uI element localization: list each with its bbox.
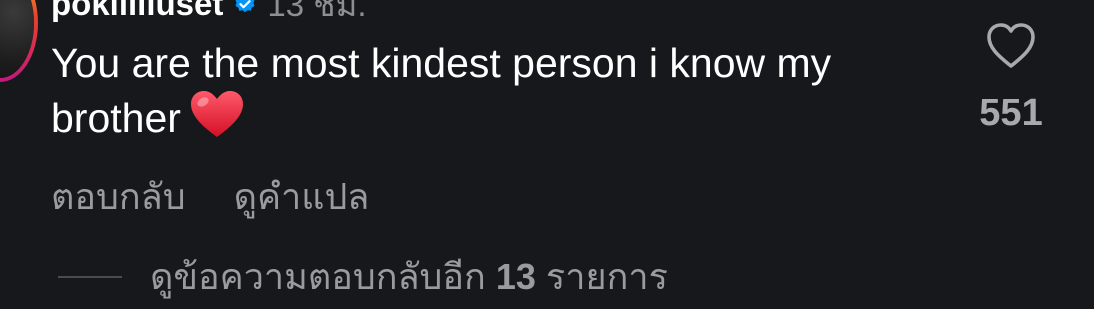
replies-count: 13 — [495, 256, 536, 297]
verified-badge-icon — [235, 0, 255, 13]
username[interactable]: pokiiiiiuset — [51, 0, 223, 23]
comment-screen: pokiiiiiuset 13 ชม. You are the most kin… — [0, 0, 1094, 309]
see-translation-button[interactable]: ดูคำแปล — [234, 168, 370, 225]
like-area: 551 — [966, 22, 1056, 135]
view-replies-button[interactable]: ดูข้อความตอบกลับอีก 13 รายการ — [58, 248, 668, 305]
comment-actions: ตอบกลับ ดูคำแปล — [51, 168, 369, 225]
comment-text: You are the most kindest person i know m… — [51, 40, 832, 141]
like-count: 551 — [979, 92, 1043, 134]
comment-timestamp: 13 ชม. — [267, 0, 367, 23]
avatar[interactable] — [0, 0, 38, 82]
heart-outline-icon[interactable] — [985, 22, 1037, 70]
view-replies-label: ดูข้อความตอบกลับอีก 13 รายการ — [150, 248, 668, 305]
avatar-photo — [0, 0, 34, 78]
reply-button[interactable]: ตอบกลับ — [51, 168, 186, 225]
comment-header: pokiiiiiuset 13 ชม. — [51, 0, 367, 24]
replies-divider-line — [58, 275, 122, 278]
view-replies-suffix: รายการ — [545, 256, 668, 297]
red-heart-emoji-icon — [190, 91, 243, 137]
comment-body: You are the most kindest person i know m… — [51, 36, 871, 145]
view-replies-prefix: ดูข้อความตอบกลับอีก — [150, 256, 486, 297]
